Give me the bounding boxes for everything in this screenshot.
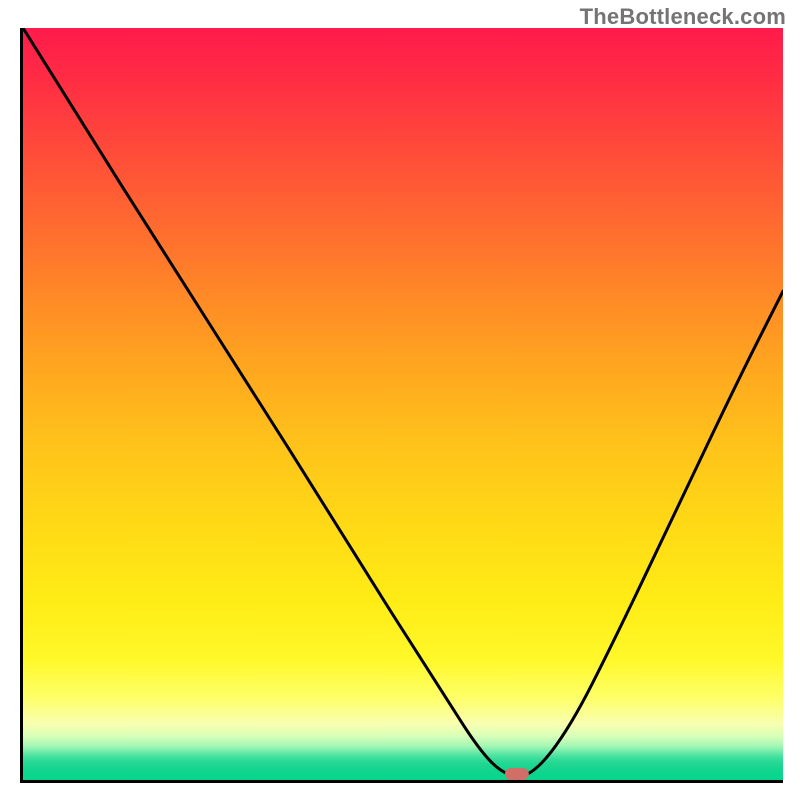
curve-path (23, 28, 783, 776)
chart-container: TheBottleneck.com (0, 0, 800, 800)
watermark-text: TheBottleneck.com (580, 4, 786, 30)
optimal-point-marker (505, 768, 529, 780)
plot-area (20, 28, 783, 783)
bottleneck-curve (23, 28, 783, 780)
